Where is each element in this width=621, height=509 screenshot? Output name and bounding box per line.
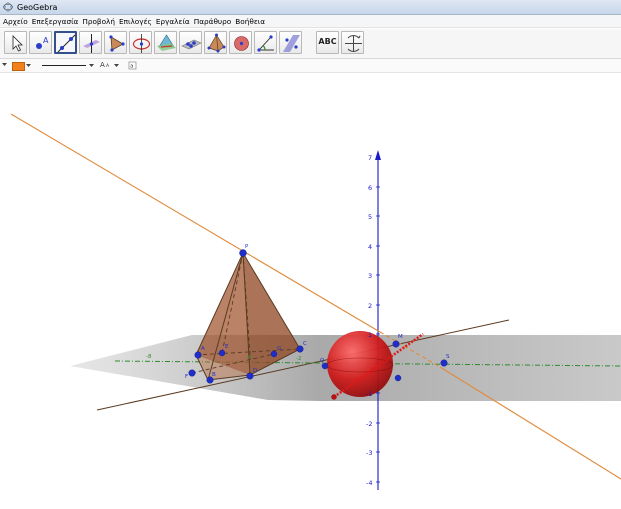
point-label: G [277,346,281,352]
text-icon: ABC [318,37,337,46]
point-sphere-bottom[interactable] [394,374,402,382]
y-tick-label: -8 [146,354,152,360]
rotate-view-tool-button[interactable] [341,31,364,54]
z-tick-label: 3 [368,272,372,280]
z-axis-arrow-icon [375,150,381,160]
menu-options[interactable]: Επιλογές [117,17,154,26]
menu-help[interactable]: Βοήθεια [233,17,267,26]
pyramid-tool-button[interactable] [204,31,227,54]
polygon-tool-button[interactable] [104,31,127,54]
z-tick-label: 1 [368,331,372,339]
perpendicular-line-icon [83,34,100,53]
plane-through-points-icon [181,39,202,50]
point-icon: A [36,36,49,49]
point-label: E [225,344,229,350]
point-label: M [398,334,403,340]
point-label: S [446,354,450,360]
point-label: F [185,374,188,380]
point-label: Q [320,358,325,364]
z-tick-label: -2 [366,420,372,428]
circle-axis-tool-button[interactable] [129,31,152,54]
z-tick-label: 2 [368,302,372,310]
text-tool-button[interactable]: ABC [316,31,339,54]
z-tick-label: -1 [366,390,372,398]
point-label: D [253,368,257,374]
point-a[interactable] [194,351,202,359]
polygon-icon [109,35,125,52]
rotate-view-icon [345,35,362,52]
line-through-points-icon [57,34,76,53]
menu-edit[interactable]: Επεξεργασία [30,17,81,26]
z-tick-label: 5 [368,213,372,221]
reflect-plane-icon [283,35,300,52]
angle-icon [257,35,274,52]
line-tool-button[interactable] [54,31,77,54]
perpendicular-line-tool-button[interactable] [79,31,102,54]
y-tick-label: -2 [296,356,301,362]
point-label: P [245,244,249,250]
z-tick-label: -4 [366,479,372,487]
chevron-down-icon[interactable] [25,59,33,72]
point-s[interactable] [440,359,448,367]
z-tick-label: 6 [368,184,372,192]
title-bar: GeoGebra [0,0,621,15]
point-tool-button[interactable]: A [29,31,52,54]
label-style-icon[interactable]: a [127,59,139,72]
text-size-icon[interactable]: A [105,59,125,72]
z-tick-label: 7 [368,154,372,162]
toolbar: A ABC [0,29,621,59]
pyramid-icon [207,33,226,53]
line-through-p[interactable] [10,113,381,333]
geogebra-logo-icon [3,2,13,12]
plane-tool-button[interactable] [179,31,202,54]
menu-tools[interactable]: Εργαλεία [154,17,192,26]
svg-text:a: a [130,64,133,70]
color-swatch[interactable] [12,62,25,71]
point-e[interactable] [218,349,226,357]
menu-window[interactable]: Παράθυρο [192,17,234,26]
menu-file[interactable]: Αρχείο [0,17,30,26]
sphere[interactable] [327,331,393,397]
point-label: B [212,372,216,378]
z-tick-label: -3 [366,449,372,457]
point-p[interactable] [239,249,247,257]
toggle-stylebar-icon[interactable] [0,59,12,72]
y-tick-label: -4 [246,355,252,361]
sphere-tool-button[interactable] [229,31,252,54]
sphere-icon [234,36,249,51]
move-tool-button[interactable] [4,31,27,54]
point-tool-label: A [43,36,49,45]
circle-axis-icon [132,34,151,53]
reflect-tool-button[interactable] [279,31,302,54]
graphics-3d-canvas[interactable]: 7 6 5 4 3 2 1 -1 -2 -3 -4 -8 -4 -2 P A E… [0,73,621,507]
point-m[interactable] [392,340,400,348]
menu-bar: Αρχείο Επεξεργασία Προβολή Επιλογές Εργα… [0,15,621,28]
z-tick-label: 4 [368,243,372,251]
point-label: C [303,341,307,347]
arrow-cursor-icon [12,35,23,52]
graphics-3d-view[interactable]: 7 6 5 4 3 2 1 -1 -2 -3 -4 -8 -4 -2 P A E… [0,73,621,507]
menu-view[interactable]: Προβολή [80,17,117,26]
intersect-surfaces-tool-button[interactable] [154,31,177,54]
point-red-end[interactable] [331,394,337,400]
text-size-small-label: A [106,63,110,69]
line-style-picker[interactable] [40,59,96,72]
intersect-surfaces-icon [157,34,176,51]
point-f[interactable] [188,369,196,377]
point-label: A [201,346,205,352]
window-title: GeoGebra [17,2,58,12]
style-bar: A A a [0,59,621,73]
angle-tool-button[interactable] [254,31,277,54]
